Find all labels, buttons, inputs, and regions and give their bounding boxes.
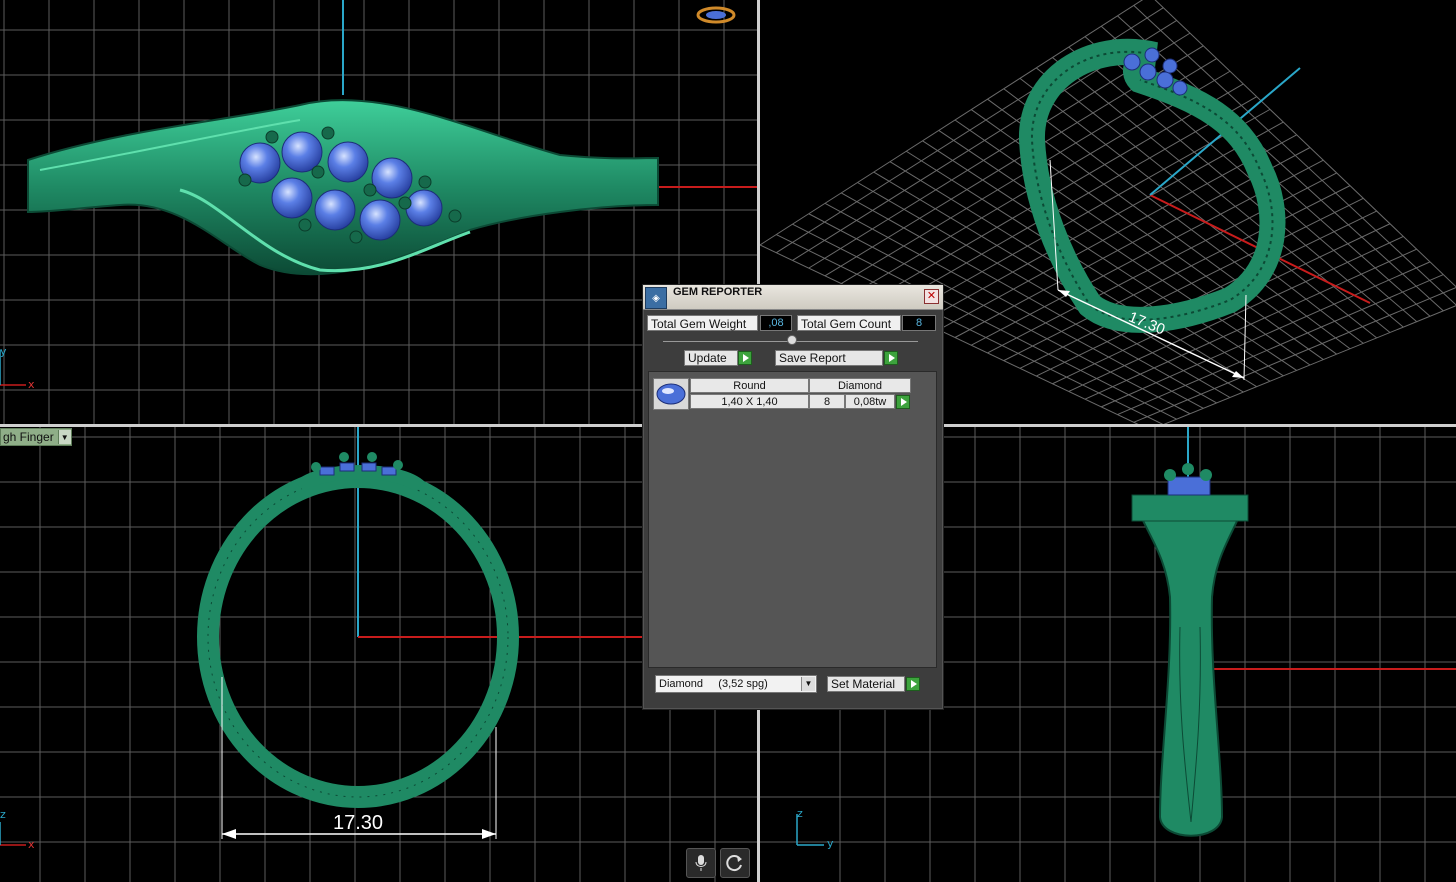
gem-count-cell: 8	[809, 394, 845, 409]
gem-row-go-icon[interactable]	[896, 395, 910, 409]
axis-z-label-side: z	[797, 807, 803, 820]
chevron-down-icon: ▼	[801, 677, 815, 691]
axis-y-label-side: y	[827, 837, 834, 850]
panel-collapse-handle[interactable]	[787, 335, 797, 345]
ring-side	[1133, 496, 1247, 837]
save-report-button[interactable]: Save Report	[775, 350, 883, 366]
set-material-go-icon[interactable]	[906, 677, 920, 691]
gem-thumbnail[interactable]	[653, 378, 689, 410]
total-weight-label: Total Gem Weight	[647, 315, 758, 331]
total-count-value: 8	[902, 315, 936, 331]
set-material-button[interactable]: Set Material	[827, 676, 905, 692]
material-select-value: Diamond (3,52 spg)	[659, 678, 768, 690]
gem-shape-header: Round	[690, 378, 809, 393]
microphone-icon[interactable]	[686, 848, 716, 878]
total-weight-value: ,08	[760, 315, 792, 331]
finger-dropdown-label: gh Finger	[3, 430, 54, 444]
save-report-go-icon[interactable]	[884, 351, 898, 365]
front-dimension-label: 17.30	[333, 812, 384, 834]
refresh-icon[interactable]	[720, 848, 750, 878]
chevron-down-icon: ▼	[57, 430, 71, 444]
gem-reporter-icon: ◈	[645, 287, 667, 309]
gem-reporter-dialog: ◈ GEM REPORTER ✕ Total Gem Weight ,08 To…	[642, 284, 944, 710]
material-select[interactable]: Diamond (3,52 spg) ▼	[655, 675, 817, 693]
gem-size-cell: 1,40 X 1,40	[690, 394, 809, 409]
update-go-icon[interactable]	[738, 351, 752, 365]
gem-material-header: Diamond	[809, 378, 911, 393]
finger-dropdown[interactable]: gh Finger ▼	[0, 428, 72, 446]
total-count-label: Total Gem Count	[797, 315, 901, 331]
dialog-titlebar[interactable]: ◈ GEM REPORTER ✕	[643, 285, 943, 310]
axis-x-label-front: x	[28, 838, 35, 851]
axis-x-label: x	[28, 378, 35, 391]
gem-weight-cell: 0,08tw	[845, 394, 895, 409]
dialog-title: GEM REPORTER	[673, 286, 763, 298]
axis-z-label-front: z	[0, 808, 6, 821]
close-icon[interactable]: ✕	[924, 289, 939, 304]
update-button[interactable]: Update	[684, 350, 738, 366]
ring-band-top	[27, 99, 659, 276]
gem-list[interactable]: Round Diamond 1,40 X 1,40 8 0,08tw	[648, 371, 937, 668]
axis-y-label: y	[0, 345, 7, 358]
